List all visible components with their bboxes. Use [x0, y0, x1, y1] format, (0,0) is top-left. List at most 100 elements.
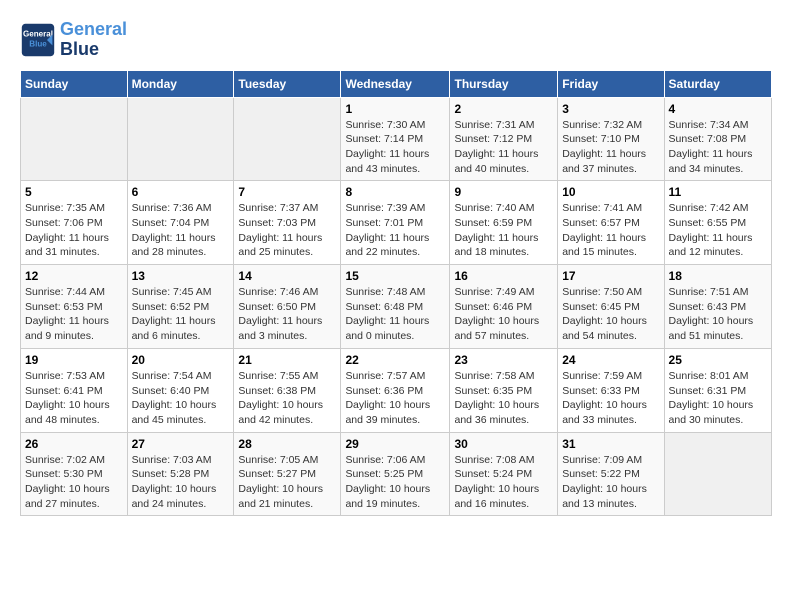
day-number: 17 — [562, 269, 659, 283]
calendar-cell: 25 Sunrise: 8:01 AM Sunset: 6:31 PM Dayli… — [664, 348, 771, 432]
calendar-cell: 17 Sunrise: 7:50 AM Sunset: 6:45 PM Dayli… — [558, 265, 664, 349]
day-info: Sunrise: 7:35 AM Sunset: 7:06 PM Dayligh… — [25, 201, 123, 260]
calendar-cell: 7 Sunrise: 7:37 AM Sunset: 7:03 PM Daylig… — [234, 181, 341, 265]
calendar-cell: 18Sunrise: 7:51 AM Sunset: 6:43 PM Dayli… — [664, 265, 771, 349]
day-number: 5 — [25, 185, 123, 199]
weekday-header-sunday: Sunday — [21, 70, 128, 97]
calendar-cell: 1 Sunrise: 7:30 AM Sunset: 7:14 PM Daylig… — [341, 97, 450, 181]
day-number: 26 — [25, 437, 123, 451]
calendar-cell — [127, 97, 234, 181]
calendar-body: 1 Sunrise: 7:30 AM Sunset: 7:14 PM Daylig… — [21, 97, 772, 516]
day-info: Sunrise: 7:54 AM Sunset: 6:40 PM Dayligh… — [132, 369, 230, 428]
weekday-header-thursday: Thursday — [450, 70, 558, 97]
calendar-cell: 4 Sunrise: 7:34 AM Sunset: 7:08 PM Daylig… — [664, 97, 771, 181]
day-info: Sunrise: 7:37 AM Sunset: 7:03 PM Dayligh… — [238, 201, 336, 260]
day-info: Sunrise: 7:06 AM Sunset: 5:25 PM Dayligh… — [345, 453, 445, 512]
day-info: Sunrise: 8:01 AM Sunset: 6:31 PM Dayligh… — [669, 369, 767, 428]
logo: General Blue GeneralBlue — [20, 20, 127, 60]
svg-text:General: General — [23, 29, 53, 38]
weekday-header-monday: Monday — [127, 70, 234, 97]
weekday-header-tuesday: Tuesday — [234, 70, 341, 97]
day-info: Sunrise: 7:42 AM Sunset: 6:55 PM Dayligh… — [669, 201, 767, 260]
weekday-header-saturday: Saturday — [664, 70, 771, 97]
calendar-cell: 20 Sunrise: 7:54 AM Sunset: 6:40 PM Dayli… — [127, 348, 234, 432]
day-number: 19 — [25, 353, 123, 367]
calendar-cell: 26 Sunrise: 7:02 AM Sunset: 5:30 PM Dayli… — [21, 432, 128, 516]
calendar-cell: 21Sunrise: 7:55 AM Sunset: 6:38 PM Dayli… — [234, 348, 341, 432]
day-info: Sunrise: 7:45 AM Sunset: 6:52 PM Dayligh… — [132, 285, 230, 344]
logo-icon: General Blue — [20, 22, 56, 58]
calendar-cell — [234, 97, 341, 181]
calendar-cell: 22Sunrise: 7:57 AM Sunset: 6:36 PM Dayli… — [341, 348, 450, 432]
day-info: Sunrise: 7:39 AM Sunset: 7:01 PM Dayligh… — [345, 201, 445, 260]
calendar-cell: 8 Sunrise: 7:39 AM Sunset: 7:01 PM Daylig… — [341, 181, 450, 265]
day-number: 12 — [25, 269, 123, 283]
calendar-cell: 23 Sunrise: 7:58 AM Sunset: 6:35 PM Dayli… — [450, 348, 558, 432]
calendar-cell: 3 Sunrise: 7:32 AM Sunset: 7:10 PM Daylig… — [558, 97, 664, 181]
calendar-cell — [21, 97, 128, 181]
calendar-cell: 27 Sunrise: 7:03 AM Sunset: 5:28 PM Dayli… — [127, 432, 234, 516]
calendar-cell: 2 Sunrise: 7:31 AM Sunset: 7:12 PM Daylig… — [450, 97, 558, 181]
day-info: Sunrise: 7:49 AM Sunset: 6:46 PM Dayligh… — [454, 285, 553, 344]
day-number: 15 — [345, 269, 445, 283]
day-number: 10 — [562, 185, 659, 199]
day-info: Sunrise: 7:58 AM Sunset: 6:35 PM Dayligh… — [454, 369, 553, 428]
logo-text: GeneralBlue — [60, 20, 127, 60]
calendar-cell: 19 Sunrise: 7:53 AM Sunset: 6:41 PM Dayli… — [21, 348, 128, 432]
day-info: Sunrise: 7:48 AM Sunset: 6:48 PM Dayligh… — [345, 285, 445, 344]
day-number: 4 — [669, 102, 767, 116]
day-number: 20 — [132, 353, 230, 367]
day-info: Sunrise: 7:44 AM Sunset: 6:53 PM Dayligh… — [25, 285, 123, 344]
calendar-week-4: 19 Sunrise: 7:53 AM Sunset: 6:41 PM Dayli… — [21, 348, 772, 432]
calendar-cell: 31Sunrise: 7:09 AM Sunset: 5:22 PM Dayli… — [558, 432, 664, 516]
day-info: Sunrise: 7:31 AM Sunset: 7:12 PM Dayligh… — [454, 118, 553, 177]
day-info: Sunrise: 7:34 AM Sunset: 7:08 PM Dayligh… — [669, 118, 767, 177]
day-number: 22 — [345, 353, 445, 367]
calendar-week-3: 12 Sunrise: 7:44 AM Sunset: 6:53 PM Dayli… — [21, 265, 772, 349]
calendar-cell: 24 Sunrise: 7:59 AM Sunset: 6:33 PM Dayli… — [558, 348, 664, 432]
day-number: 23 — [454, 353, 553, 367]
day-number: 14 — [238, 269, 336, 283]
day-number: 6 — [132, 185, 230, 199]
day-number: 8 — [345, 185, 445, 199]
day-info: Sunrise: 7:09 AM Sunset: 5:22 PM Dayligh… — [562, 453, 659, 512]
calendar-week-5: 26 Sunrise: 7:02 AM Sunset: 5:30 PM Dayli… — [21, 432, 772, 516]
day-number: 13 — [132, 269, 230, 283]
day-info: Sunrise: 7:59 AM Sunset: 6:33 PM Dayligh… — [562, 369, 659, 428]
day-info: Sunrise: 7:40 AM Sunset: 6:59 PM Dayligh… — [454, 201, 553, 260]
day-info: Sunrise: 7:30 AM Sunset: 7:14 PM Dayligh… — [345, 118, 445, 177]
day-info: Sunrise: 7:32 AM Sunset: 7:10 PM Dayligh… — [562, 118, 659, 177]
calendar-cell: 9 Sunrise: 7:40 AM Sunset: 6:59 PM Daylig… — [450, 181, 558, 265]
calendar-cell: 28Sunrise: 7:05 AM Sunset: 5:27 PM Dayli… — [234, 432, 341, 516]
calendar-week-2: 5 Sunrise: 7:35 AM Sunset: 7:06 PM Daylig… — [21, 181, 772, 265]
day-info: Sunrise: 7:08 AM Sunset: 5:24 PM Dayligh… — [454, 453, 553, 512]
day-number: 21 — [238, 353, 336, 367]
day-number: 27 — [132, 437, 230, 451]
calendar-cell: 10 Sunrise: 7:41 AM Sunset: 6:57 PM Dayli… — [558, 181, 664, 265]
day-info: Sunrise: 7:50 AM Sunset: 6:45 PM Dayligh… — [562, 285, 659, 344]
calendar-week-1: 1 Sunrise: 7:30 AM Sunset: 7:14 PM Daylig… — [21, 97, 772, 181]
day-number: 24 — [562, 353, 659, 367]
day-number: 1 — [345, 102, 445, 116]
day-number: 3 — [562, 102, 659, 116]
day-info: Sunrise: 7:53 AM Sunset: 6:41 PM Dayligh… — [25, 369, 123, 428]
calendar-cell: 12 Sunrise: 7:44 AM Sunset: 6:53 PM Dayli… — [21, 265, 128, 349]
weekday-header-row: SundayMondayTuesdayWednesdayThursdayFrid… — [21, 70, 772, 97]
day-info: Sunrise: 7:03 AM Sunset: 5:28 PM Dayligh… — [132, 453, 230, 512]
calendar-cell: 11Sunrise: 7:42 AM Sunset: 6:55 PM Dayli… — [664, 181, 771, 265]
day-number: 9 — [454, 185, 553, 199]
day-info: Sunrise: 7:51 AM Sunset: 6:43 PM Dayligh… — [669, 285, 767, 344]
day-info: Sunrise: 7:46 AM Sunset: 6:50 PM Dayligh… — [238, 285, 336, 344]
weekday-header-wednesday: Wednesday — [341, 70, 450, 97]
calendar-cell: 14 Sunrise: 7:46 AM Sunset: 6:50 PM Dayli… — [234, 265, 341, 349]
day-number: 30 — [454, 437, 553, 451]
svg-text:Blue: Blue — [29, 39, 47, 48]
day-info: Sunrise: 7:02 AM Sunset: 5:30 PM Dayligh… — [25, 453, 123, 512]
calendar-cell: 13 Sunrise: 7:45 AM Sunset: 6:52 PM Dayli… — [127, 265, 234, 349]
day-number: 7 — [238, 185, 336, 199]
calendar-cell: 16Sunrise: 7:49 AM Sunset: 6:46 PM Dayli… — [450, 265, 558, 349]
day-number: 25 — [669, 353, 767, 367]
day-info: Sunrise: 7:36 AM Sunset: 7:04 PM Dayligh… — [132, 201, 230, 260]
day-number: 2 — [454, 102, 553, 116]
day-info: Sunrise: 7:41 AM Sunset: 6:57 PM Dayligh… — [562, 201, 659, 260]
